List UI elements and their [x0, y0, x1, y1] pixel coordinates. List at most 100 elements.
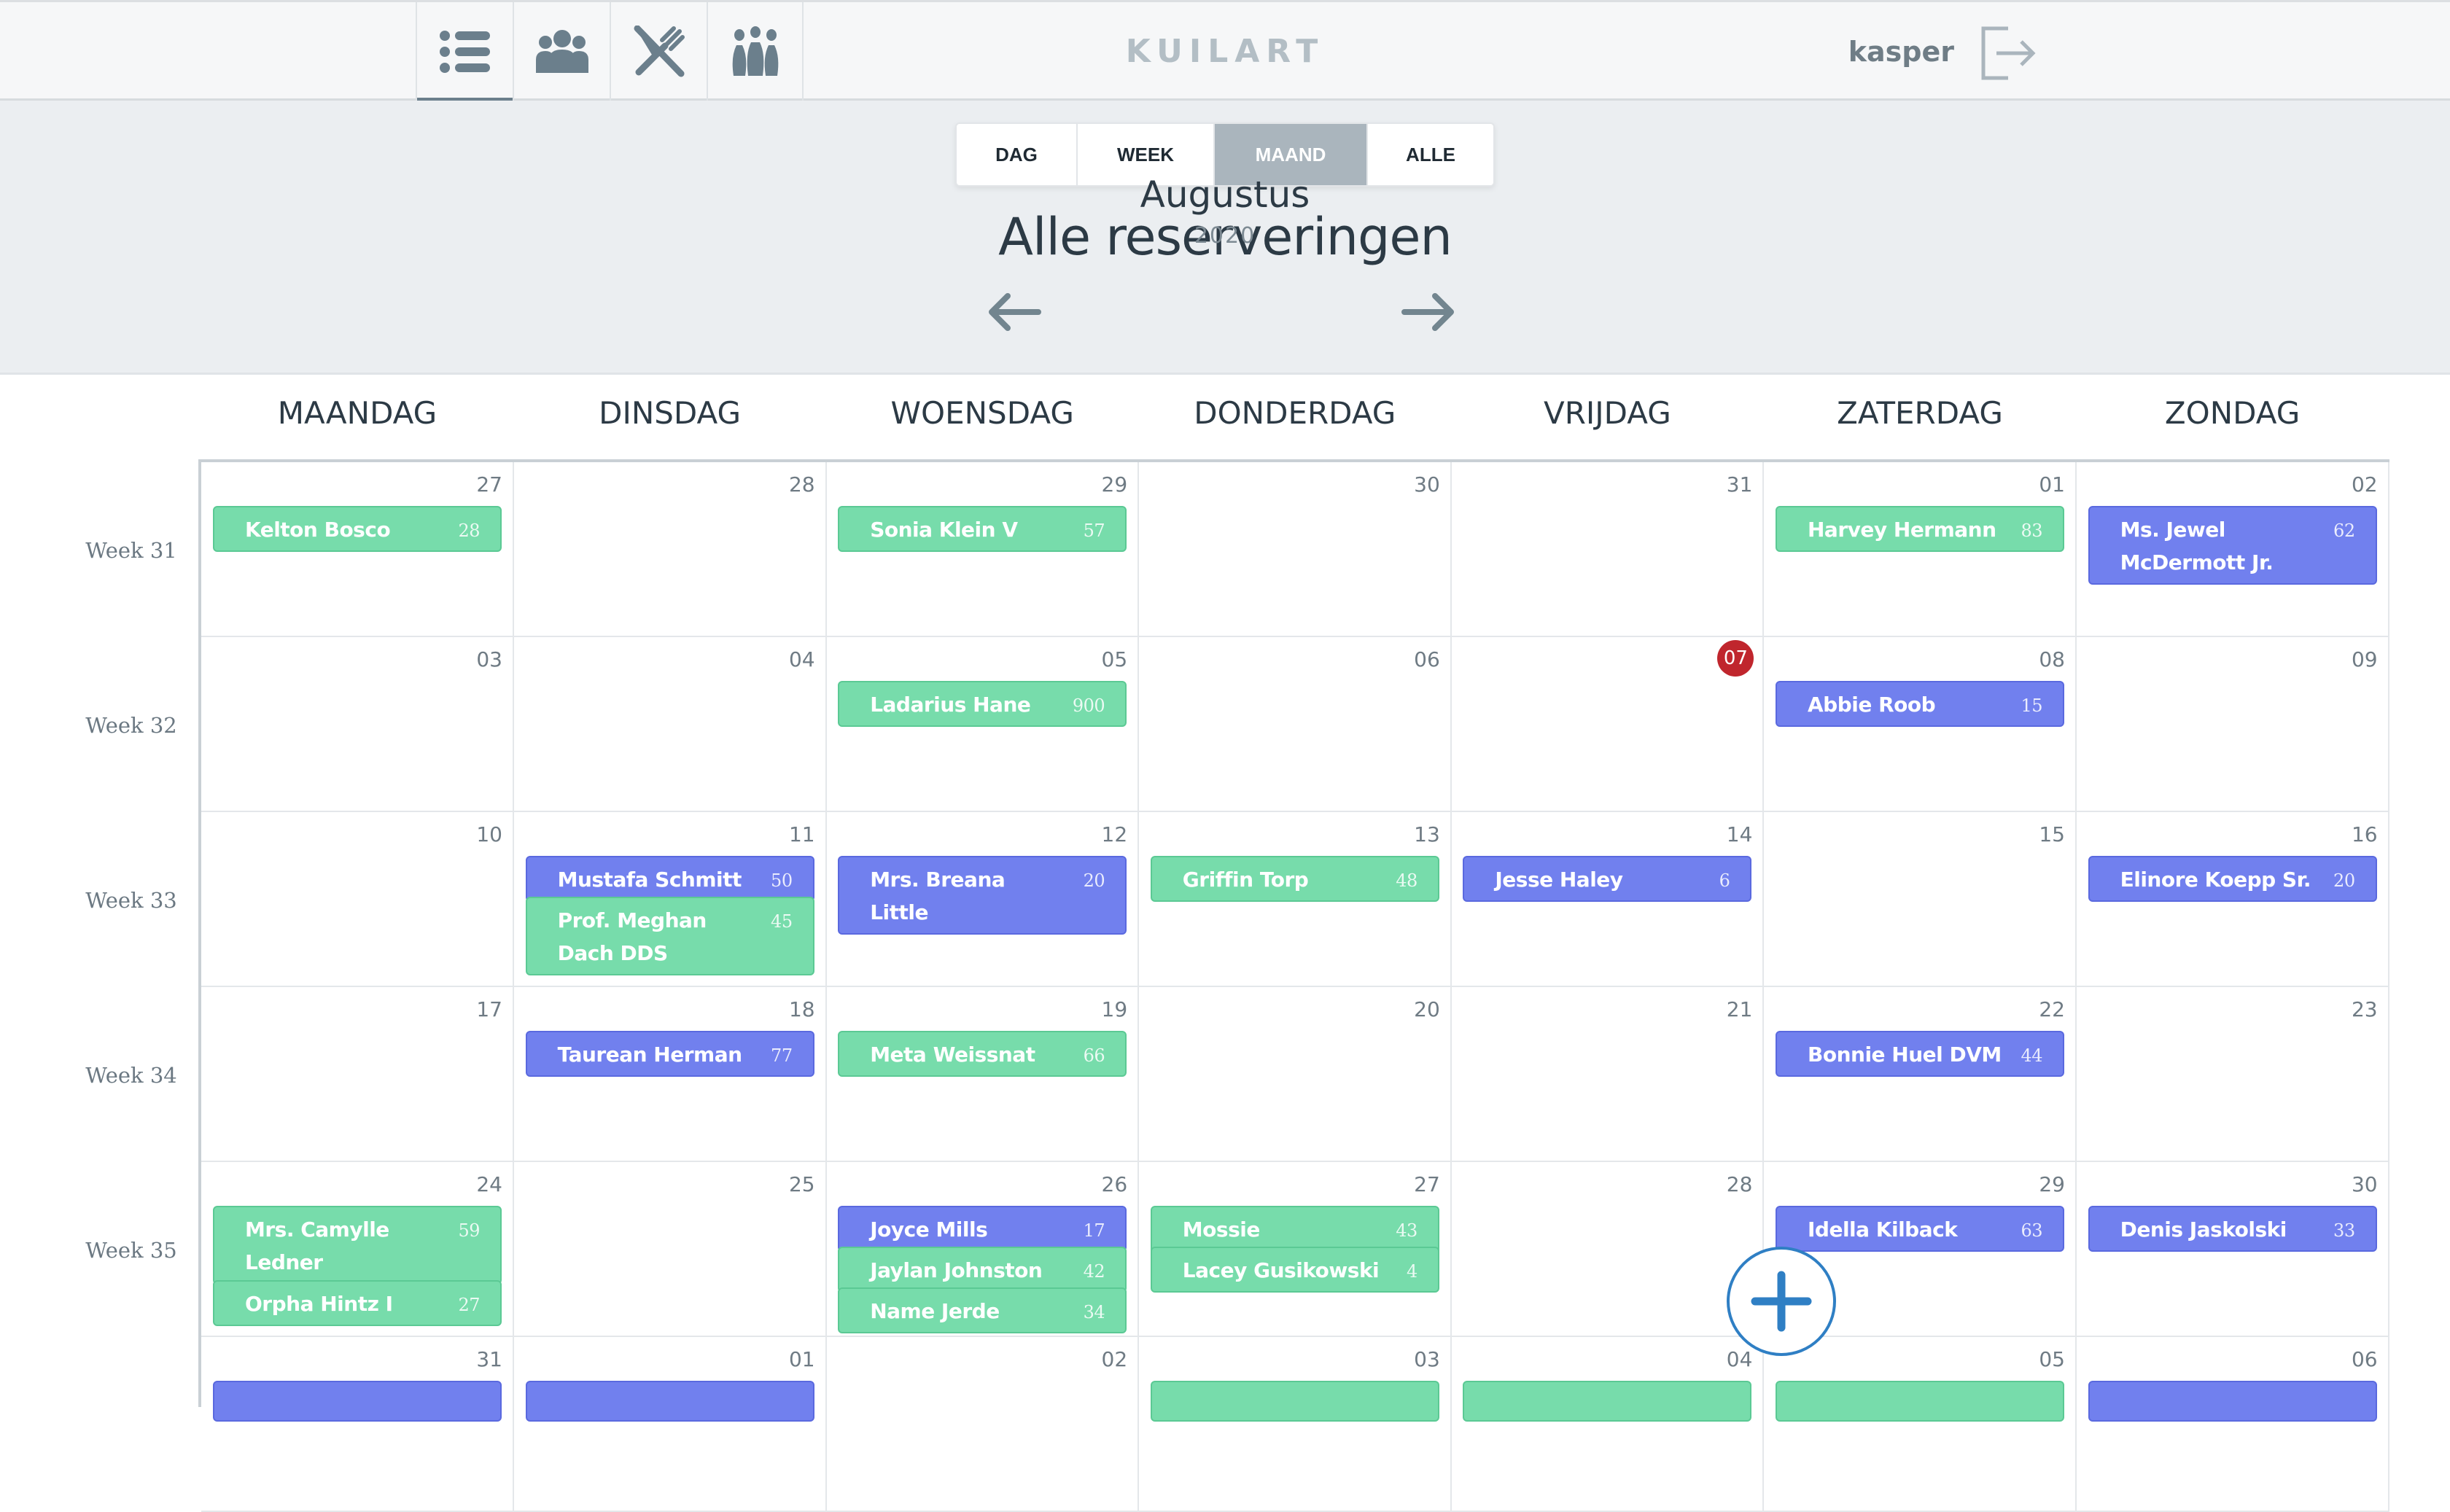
day-cell[interactable]: 13 Griffin Torp 48	[1138, 812, 1452, 987]
day-cell[interactable]: 31	[1451, 462, 1765, 637]
day-cell[interactable]: 06	[1138, 637, 1452, 812]
day-cell[interactable]: 15	[1764, 812, 2077, 987]
reservation-badge[interactable]	[1776, 1381, 2064, 1422]
reservation-badge[interactable]: Meta Weissnat 66	[838, 1031, 1127, 1077]
reservation-badge[interactable]: Orpha Hintz I 27	[213, 1280, 502, 1326]
reservation-guest-count: 42	[1083, 1261, 1105, 1282]
reservation-badge[interactable]: Idella Kilback 63	[1776, 1206, 2064, 1252]
reservation-badge[interactable]	[525, 1381, 814, 1422]
reservation-name: Joyce Mills	[870, 1217, 988, 1242]
app-brand: KUILART	[1125, 33, 1325, 70]
day-cell[interactable]: 10	[201, 812, 514, 987]
day-cell[interactable]: 24 Mrs. Camylle Ledner 59 Orpha Hintz I 27	[201, 1162, 514, 1337]
weekday-header: MAANDAG	[277, 395, 438, 431]
reservation-badge[interactable]: Sonia Klein V 57	[838, 506, 1127, 552]
prev-month-button[interactable]	[986, 290, 1041, 334]
day-cell[interactable]: 01	[513, 1337, 827, 1512]
reservation-guest-count: 33	[2333, 1220, 2355, 1241]
add-reservation-button[interactable]	[1727, 1247, 1836, 1356]
day-cell[interactable]: 20	[1138, 987, 1452, 1162]
day-cell[interactable]: 27Mossie Bergnaum43Lacey Gusikowski4	[1138, 1162, 1452, 1337]
reservation-badge[interactable]: Elinore Koepp Sr. 20	[2088, 856, 2377, 902]
reservation-badge[interactable]: Kelton Bosco 28	[213, 506, 502, 552]
next-month-button[interactable]	[1401, 290, 1457, 334]
nav-tab-list[interactable]	[416, 2, 513, 103]
nav-tab-restaurant[interactable]	[610, 2, 707, 101]
reservation-badge[interactable]: Ms. Jewel McDermott Jr. 62	[2088, 506, 2377, 585]
reservation-badge[interactable]: Mrs. Camylle Ledner 59	[213, 1206, 502, 1285]
day-cell[interactable]: 05	[1764, 1337, 2077, 1512]
reservation-badge[interactable]	[2088, 1381, 2377, 1422]
day-cell[interactable]: 07	[1451, 637, 1765, 812]
reservation-badge[interactable]: Jaylan Johnston 42	[838, 1247, 1127, 1293]
day-number: 31	[1726, 472, 1753, 496]
reservation-badge[interactable]: Name Jerde 34	[838, 1287, 1127, 1333]
day-cell[interactable]: 23	[2076, 987, 2389, 1162]
reservation-guest-count: 44	[2021, 1045, 2042, 1066]
day-cell[interactable]: 26 Joyce Mills 17 Jaylan Johnston 42 Name Jer…	[826, 1162, 1140, 1337]
day-cell[interactable]: 28	[1451, 1162, 1765, 1337]
day-cell[interactable]: 04	[1451, 1337, 1765, 1512]
day-cell[interactable]: 31	[201, 1337, 514, 1512]
day-cell[interactable]: 12 Mrs. Breana Little 20	[826, 812, 1140, 987]
day-cell[interactable]: 01 Harvey Hermann 83	[1764, 462, 2077, 637]
day-cell[interactable]: 02	[826, 1337, 1140, 1512]
reservation-badge[interactable]: Jesse Haley 6	[1463, 856, 1752, 902]
day-cell[interactable]: 03	[201, 637, 514, 812]
reservation-badge[interactable]: Harvey Hermann 83	[1776, 506, 2064, 552]
day-cell[interactable]: 27 Kelton Bosco 28	[201, 462, 514, 637]
day-cell[interactable]: 19 Meta Weissnat 66	[826, 987, 1140, 1162]
day-cell[interactable]: 28	[513, 462, 827, 637]
reservation-name: Elinore Koepp Sr.	[2120, 868, 2311, 892]
day-cell[interactable]: 14 Jesse Haley 6	[1451, 812, 1765, 987]
day-cell[interactable]: 06	[2076, 1337, 2389, 1512]
reservation-guest-count: 15	[2021, 695, 2042, 716]
reservation-badge[interactable]: Lacey Gusikowski 4	[1150, 1247, 1439, 1293]
day-cell[interactable]: 02 Ms. Jewel McDermott Jr. 62	[2076, 462, 2389, 637]
day-cell[interactable]: 09	[2076, 637, 2389, 812]
reservation-badge[interactable]	[213, 1381, 502, 1422]
reservation-badge[interactable]: Griffin Torp 48	[1150, 856, 1439, 902]
nav-tab-users[interactable]	[513, 2, 610, 101]
reservation-guest-count: 57	[1083, 521, 1105, 541]
day-number: 01	[788, 1347, 815, 1371]
day-cell[interactable]: 17	[201, 987, 514, 1162]
reservation-badge[interactable]: Mustafa Schmitt 50	[525, 856, 814, 902]
reservation-name: Ms. Jewel McDermott Jr.	[2120, 518, 2274, 574]
day-cell[interactable]: 30	[1138, 462, 1452, 637]
reservation-guest-count: 66	[1083, 1045, 1105, 1066]
day-cell[interactable]: 11 Mustafa Schmitt 50 Prof. Meghan Dach DDS…	[513, 812, 827, 987]
day-cell[interactable]: 08 Abbie Roob 15	[1764, 637, 2077, 812]
day-cell[interactable]: 22 Bonnie Huel DVM 44	[1764, 987, 2077, 1162]
reservation-badge[interactable]: Abbie Roob 15	[1776, 681, 2064, 727]
nav-tab-bowling[interactable]	[707, 2, 804, 101]
day-cell[interactable]: 04	[513, 637, 827, 812]
day-cell[interactable]: 16 Elinore Koepp Sr. 20	[2076, 812, 2389, 987]
day-cell[interactable]: 03	[1138, 1337, 1452, 1512]
reservation-badge[interactable]: Prof. Meghan Dach DDS 45	[525, 897, 814, 975]
day-cell[interactable]: 25	[513, 1162, 827, 1337]
day-cell[interactable]: 05 Ladarius Hane 900	[826, 637, 1140, 812]
bowling-icon	[732, 26, 778, 76]
reservation-name: Bonnie Huel DVM	[1808, 1043, 2002, 1067]
week-number-label: Week 35	[85, 1238, 177, 1263]
reservation-badge[interactable]: Joyce Mills 17	[838, 1206, 1127, 1252]
day-cell[interactable]: 21	[1451, 987, 1765, 1162]
day-cell[interactable]: 29 Sonia Klein V 57	[826, 462, 1140, 637]
reservation-badge[interactable]	[1463, 1381, 1752, 1422]
reservation-guest-count: 20	[2333, 870, 2355, 891]
day-number: 03	[1414, 1347, 1440, 1371]
day-cell[interactable]: 30 Denis Jaskolski 33	[2076, 1162, 2389, 1337]
reservation-badge[interactable]: Bonnie Huel DVM 44	[1776, 1031, 2064, 1077]
username[interactable]: kasper	[1823, 2, 1954, 101]
day-number: 09	[2351, 647, 2378, 671]
reservation-name: Lacey Gusikowski	[1182, 1258, 1380, 1282]
reservation-badge[interactable]: Mrs. Breana Little 20	[838, 856, 1127, 935]
logout-button[interactable]	[1979, 24, 2037, 82]
reservation-badge[interactable]: Taurean Herman 77	[525, 1031, 814, 1077]
users-icon	[535, 29, 588, 73]
reservation-badge[interactable]	[1150, 1381, 1439, 1422]
day-cell[interactable]: 18 Taurean Herman 77	[513, 987, 827, 1162]
reservation-badge[interactable]: Denis Jaskolski 33	[2088, 1206, 2377, 1252]
reservation-badge[interactable]: Ladarius Hane 900	[838, 681, 1127, 727]
